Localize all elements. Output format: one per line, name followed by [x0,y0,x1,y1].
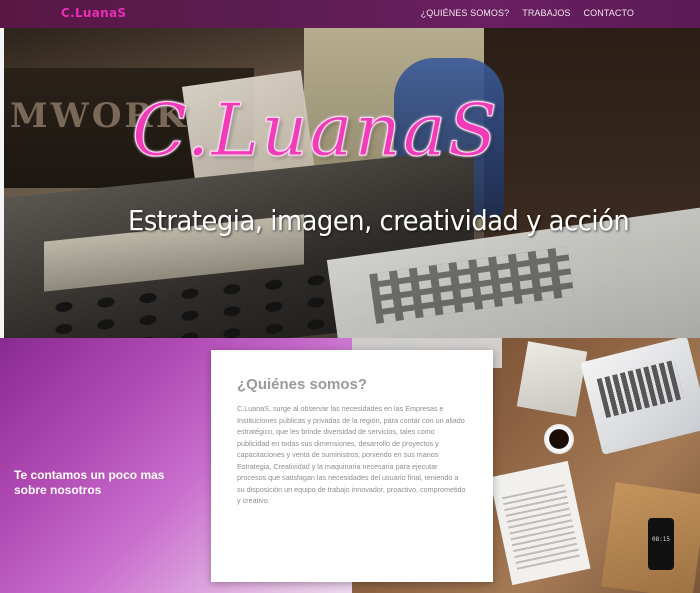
hero-tagline: Estrategia, imagen, creatividad y acción [128,204,630,237]
about-card-title: ¿Quiénes somos? [237,376,368,393]
nav-links: ¿QUIÉNES SOMOS? TRABAJOS CONTACTO [421,8,634,18]
desk-phone-time: 08:15 [651,536,671,543]
desk-coffee-cup [544,424,574,454]
brand-logo-link[interactable]: C.LuanaS [61,6,126,20]
about-card: ¿Quiénes somos? C.LuanaS, surge al obser… [211,350,493,582]
about-section: 08:15 Te contamos un poco mas sobre noso… [0,338,700,593]
top-navbar: C.LuanaS ¿QUIÉNES SOMOS? TRABAJOS CONTAC… [0,0,700,28]
about-card-body: C.LuanaS, surge al observar las necesida… [237,404,466,505]
nav-link-quienes-somos[interactable]: ¿QUIÉNES SOMOS? [421,8,510,18]
hero-logo: C.LuanaS [131,88,500,173]
desk-tablet [516,341,588,417]
about-intro-heading: Te contamos un poco mas sobre nosotros [14,468,165,497]
nav-link-contacto[interactable]: CONTACTO [584,8,634,18]
desk-phone: 08:15 [648,518,674,570]
nav-link-trabajos[interactable]: TRABAJOS [522,8,570,18]
hero-banner: MWORK C.LuanaS Estrategia, imagen, creat… [4,28,700,338]
